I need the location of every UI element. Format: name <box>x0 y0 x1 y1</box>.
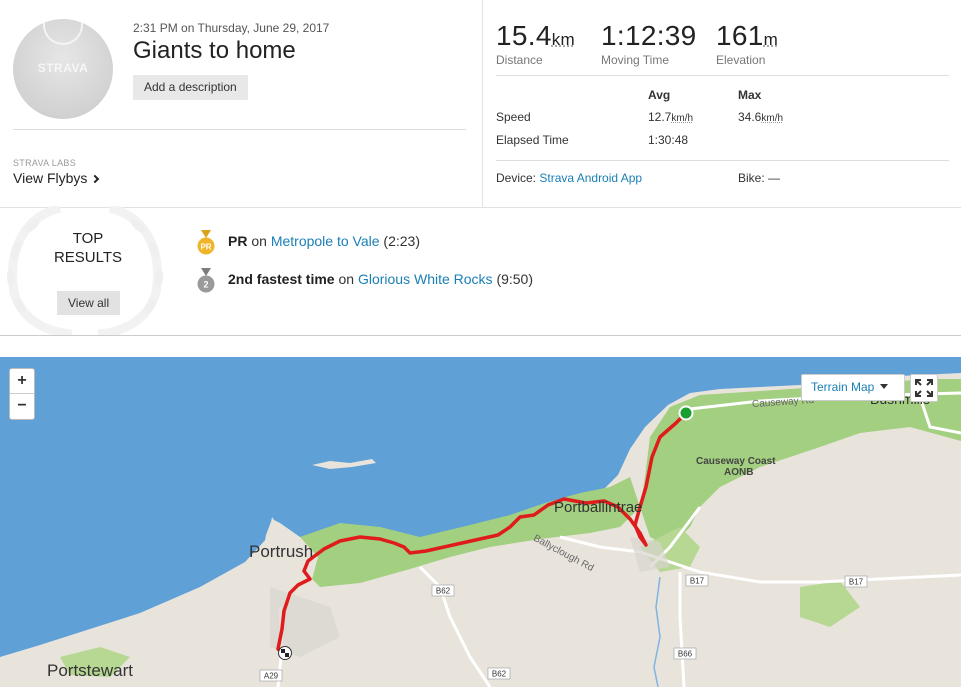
speed-label: Speed <box>496 110 531 124</box>
distance-label: Distance <box>496 53 543 67</box>
elapsed-time-label: Elapsed Time <box>496 133 569 147</box>
view-flybys-label: View Flybys <box>13 170 88 186</box>
speed-max: 34.6km/h <box>738 110 783 124</box>
start-marker <box>678 405 694 421</box>
elevation-label: Elevation <box>716 53 766 67</box>
pr-medal-text: PR <box>200 243 211 252</box>
speed-unit: km/h <box>671 113 694 124</box>
bike-row: Bike: — <box>738 171 780 185</box>
jersey-collar <box>43 19 83 45</box>
device-link[interactable]: Strava Android App <box>539 171 642 185</box>
avatar-logo: STRAVA <box>37 61 89 75</box>
result-1-bold: PR <box>228 233 248 249</box>
speed-avg: 12.7km/h <box>648 110 693 124</box>
result-item: PR on Metropole to Vale (2:23) <box>228 233 420 249</box>
result-2-time: (9:50) <box>496 271 534 287</box>
road-badge-a29: A29 <box>264 672 279 681</box>
silver-medal-text: 2 <box>203 280 208 290</box>
map-canvas[interactable]: B62 B62 B17 B17 B66 A29 <box>0 357 961 687</box>
result-1-on: on <box>251 233 267 249</box>
chevron-right-icon <box>91 174 100 184</box>
device-row: Device: Strava Android App <box>496 171 642 185</box>
elapsed-time-value: 1:30:48 <box>648 133 689 147</box>
zoom-control: + − <box>9 368 35 420</box>
pr-medal-icon: PR <box>197 230 215 255</box>
fullscreen-button[interactable] <box>910 374 938 402</box>
fullscreen-icon <box>915 379 933 397</box>
device-label: Device: <box>496 171 537 185</box>
map-label-portballintrae: Portballintrae <box>554 499 643 516</box>
top-results-line2: RESULTS <box>53 249 123 266</box>
map-type-label: Terrain Map <box>811 380 875 394</box>
laurel-wreath-icon <box>6 206 164 336</box>
finish-flag-icon <box>278 646 292 660</box>
result-item: 2nd fastest time on Glorious White Rocks… <box>228 271 533 287</box>
divider <box>13 129 466 130</box>
stat-moving-time: 1:12:39 Moving Time <box>601 20 697 67</box>
elevation-unit: m <box>763 30 779 49</box>
zoom-out-button[interactable]: − <box>10 394 34 419</box>
stat-elevation: 161m Elevation <box>716 20 778 67</box>
road-badge-b17: B17 <box>849 578 864 587</box>
activity-date: 2:31 PM on Thursday, June 29, 2017 <box>133 21 330 35</box>
stat-distance: 15.4km Distance <box>496 20 575 67</box>
map-label-aonb: AONB <box>724 467 754 478</box>
add-description-button[interactable]: Add a description <box>133 75 248 100</box>
road-badge-b62: B62 <box>436 587 451 596</box>
road-badge-b62: B62 <box>492 670 507 679</box>
divider <box>496 75 949 76</box>
road-badge-b17: B17 <box>690 577 705 586</box>
map-label-portrush: Portrush <box>249 542 314 561</box>
segment-link-metropole[interactable]: Metropole to Vale <box>271 233 380 249</box>
col-header-max: Max <box>738 88 762 102</box>
top-results-title: TOP RESULTS <box>28 229 148 267</box>
zoom-in-button[interactable]: + <box>10 369 34 394</box>
athlete-avatar[interactable]: STRAVA <box>13 19 113 119</box>
island <box>312 459 376 469</box>
silver-medal-icon: 2 <box>197 268 215 293</box>
road-badge-b66: B66 <box>678 650 693 659</box>
activity-title: Giants to home <box>133 37 296 64</box>
map-label-causeway-coast: Causeway Coast <box>696 456 776 467</box>
divider <box>496 160 949 161</box>
speed-unit: km/h <box>761 113 784 124</box>
moving-time-value: 1:12:39 <box>601 20 697 51</box>
divider <box>0 335 961 336</box>
col-header-avg: Avg <box>648 88 671 102</box>
result-2-bold: 2nd fastest time <box>228 271 335 287</box>
speed-avg-value: 12.7 <box>648 110 672 124</box>
vertical-divider <box>482 0 483 207</box>
segment-link-white-rocks[interactable]: Glorious White Rocks <box>358 271 493 287</box>
elevation-value: 161 <box>716 20 764 51</box>
bike-value: — <box>768 171 781 185</box>
top-results-line1: TOP <box>72 230 104 247</box>
map-label-portstewart: Portstewart <box>47 661 133 680</box>
route-map[interactable]: B62 B62 B17 B17 B66 A29 Portrush Portste… <box>0 357 961 687</box>
speed-max-value: 34.6 <box>738 110 762 124</box>
caret-down-icon <box>880 384 889 389</box>
moving-time-label: Moving Time <box>601 53 670 67</box>
view-flybys-link[interactable]: View Flybys <box>13 170 100 186</box>
distance-unit: km <box>551 30 575 49</box>
view-all-button[interactable]: View all <box>57 291 121 315</box>
result-2-on: on <box>338 271 355 287</box>
distance-value: 15.4 <box>496 20 552 51</box>
strava-labs-label: STRAVA LABS <box>13 158 76 168</box>
bike-label: Bike: <box>738 171 765 185</box>
map-type-dropdown[interactable]: Terrain Map <box>801 374 905 401</box>
result-1-time: (2:23) <box>383 233 420 249</box>
